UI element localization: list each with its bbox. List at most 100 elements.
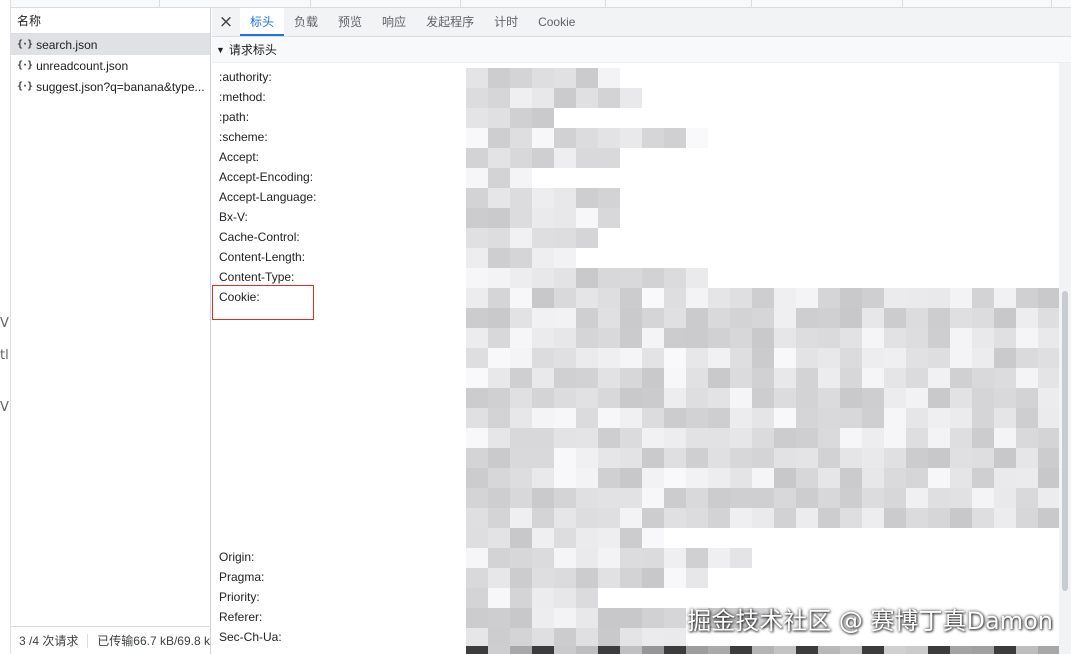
redaction-block bbox=[620, 548, 642, 568]
redaction-block bbox=[620, 348, 642, 368]
redaction-block bbox=[466, 368, 488, 388]
redaction-block bbox=[576, 188, 598, 208]
waterfall-header-strip bbox=[11, 0, 1071, 8]
redaction-block bbox=[884, 488, 906, 508]
redaction-block bbox=[598, 528, 620, 548]
header-name: Content-Type: bbox=[219, 270, 295, 284]
network-status-bar: 3 /4 次请求 已传输66.7 kB/69.8 k bbox=[11, 626, 210, 654]
redaction-block bbox=[532, 348, 554, 368]
redaction-block bbox=[532, 448, 554, 468]
redaction-block bbox=[510, 646, 532, 654]
redaction-block bbox=[488, 468, 510, 488]
redaction-block bbox=[576, 568, 598, 588]
tab-response[interactable]: 响应 bbox=[372, 8, 416, 36]
redaction-block bbox=[862, 428, 884, 448]
redaction-block bbox=[488, 608, 510, 628]
redaction-block bbox=[928, 468, 950, 488]
redaction-block bbox=[818, 428, 840, 448]
redaction-block bbox=[752, 348, 774, 368]
redaction-block bbox=[554, 428, 576, 448]
redaction-block bbox=[686, 368, 708, 388]
redaction-block bbox=[598, 388, 620, 408]
name-column-header[interactable]: 名称 bbox=[11, 8, 210, 34]
redaction-block bbox=[488, 508, 510, 528]
redaction-block bbox=[928, 288, 950, 308]
redaction-block bbox=[532, 108, 554, 128]
request-headers-section-toggle[interactable]: ▼ 请求标头 bbox=[212, 37, 1071, 63]
redaction-block bbox=[994, 428, 1016, 448]
redaction-block bbox=[642, 348, 664, 368]
redaction-block bbox=[928, 408, 950, 428]
redaction-block bbox=[510, 328, 532, 348]
redaction-block bbox=[664, 608, 686, 628]
redaction-block bbox=[796, 468, 818, 488]
redaction-block bbox=[884, 288, 906, 308]
redaction-block bbox=[840, 428, 862, 448]
request-row-suggest[interactable]: {·} suggest.json?q=banana&type... bbox=[11, 76, 210, 97]
redaction-block bbox=[928, 488, 950, 508]
scrollbar-thumb[interactable] bbox=[1062, 291, 1068, 591]
redaction-block bbox=[466, 108, 488, 128]
details-scrollbar[interactable] bbox=[1059, 63, 1071, 654]
redaction-block bbox=[620, 646, 642, 654]
json-file-icon: {·} bbox=[17, 60, 33, 71]
redaction-block bbox=[466, 308, 488, 328]
redaction-block bbox=[532, 368, 554, 388]
redaction-block bbox=[708, 308, 730, 328]
close-icon[interactable]: × bbox=[212, 8, 240, 36]
tab-timing[interactable]: 计时 bbox=[484, 8, 528, 36]
redaction-block bbox=[642, 328, 664, 348]
redaction-block bbox=[862, 348, 884, 368]
redaction-block bbox=[708, 328, 730, 348]
redaction-block bbox=[906, 308, 928, 328]
redaction-block bbox=[620, 508, 642, 528]
tab-headers[interactable]: 标头 bbox=[240, 8, 285, 36]
redaction-block bbox=[488, 208, 510, 228]
redaction-block bbox=[532, 188, 554, 208]
redaction-block bbox=[620, 628, 642, 648]
redaction-block bbox=[972, 328, 994, 348]
redaction-block bbox=[1038, 368, 1060, 388]
redaction-block bbox=[488, 448, 510, 468]
redaction-block bbox=[488, 288, 510, 308]
redaction-block bbox=[642, 388, 664, 408]
redaction-block bbox=[642, 408, 664, 428]
request-row-unreadcount[interactable]: {·} unreadcount.json bbox=[11, 55, 210, 76]
redaction-block bbox=[730, 288, 752, 308]
redaction-block bbox=[906, 408, 928, 428]
header-name: :scheme: bbox=[219, 130, 268, 144]
redaction-block bbox=[532, 528, 554, 548]
tab-payload[interactable]: 负载 bbox=[284, 8, 328, 36]
tab-preview[interactable]: 预览 bbox=[328, 8, 372, 36]
redaction-block bbox=[1038, 288, 1060, 308]
redaction-block bbox=[774, 646, 796, 654]
redaction-block bbox=[906, 288, 928, 308]
redaction-block bbox=[576, 408, 598, 428]
redaction-block bbox=[488, 328, 510, 348]
redaction-block bbox=[620, 88, 642, 108]
header-name: :method: bbox=[219, 90, 266, 104]
redaction-block bbox=[664, 628, 686, 648]
redaction-block bbox=[466, 328, 488, 348]
redaction-block bbox=[950, 428, 972, 448]
redaction-block bbox=[466, 168, 488, 188]
redaction-block bbox=[642, 268, 664, 288]
request-row-search[interactable]: {·} search.json bbox=[11, 34, 210, 55]
redaction-block bbox=[532, 388, 554, 408]
redaction-block bbox=[488, 188, 510, 208]
redaction-block bbox=[510, 568, 532, 588]
redaction-block bbox=[730, 428, 752, 448]
redaction-block bbox=[664, 268, 686, 288]
redaction-block bbox=[466, 548, 488, 568]
cookie-highlight-box bbox=[212, 285, 314, 320]
redaction-block bbox=[620, 448, 642, 468]
redaction-block bbox=[686, 128, 708, 148]
tab-cookies[interactable]: Cookie bbox=[528, 8, 585, 36]
redaction-block bbox=[686, 548, 708, 568]
tab-initiator[interactable]: 发起程序 bbox=[416, 8, 484, 36]
redaction-block bbox=[466, 348, 488, 368]
redaction-block bbox=[928, 328, 950, 348]
redaction-block bbox=[796, 508, 818, 528]
redaction-block bbox=[510, 128, 532, 148]
redaction-block bbox=[532, 428, 554, 448]
